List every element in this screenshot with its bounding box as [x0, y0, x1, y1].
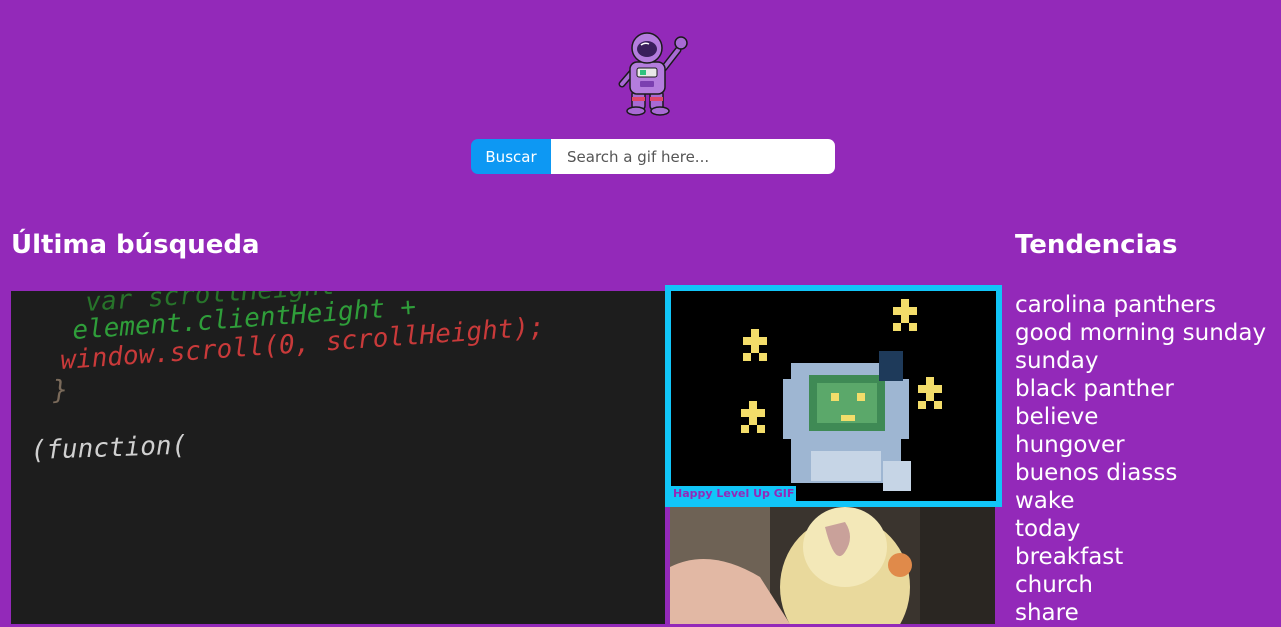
trending-title: Tendencias	[1015, 230, 1178, 260]
trending-item[interactable]: church	[1015, 571, 1266, 599]
trending-item[interactable]: today	[1015, 515, 1266, 543]
code-line: (function(	[30, 431, 187, 466]
trending-item[interactable]: carolina panthers	[1015, 291, 1266, 319]
svg-text:}: }	[50, 375, 69, 406]
pixel-robot-image	[671, 291, 996, 501]
astronaut-logo-icon	[618, 32, 688, 116]
trending-item[interactable]: hungover	[1015, 431, 1266, 459]
trending-item[interactable]: share	[1015, 599, 1266, 627]
trending-item[interactable]: sunday	[1015, 347, 1266, 375]
search-bar: Buscar	[471, 139, 835, 174]
trending-item[interactable]: black panther	[1015, 375, 1266, 403]
trending-item[interactable]: believe	[1015, 403, 1266, 431]
gif-caption: Happy Level Up GIF	[671, 486, 797, 501]
code-gif-image: var scrollHeight = .. + 0.02 * w element…	[11, 291, 665, 624]
trending-list: carolina panthers good morning sunday su…	[1015, 291, 1266, 627]
code-line: }	[50, 375, 69, 406]
gif-happy-level-up[interactable]: Happy Level Up GIF	[665, 285, 1002, 507]
gif-bird[interactable]	[670, 507, 995, 624]
last-search-title: Última búsqueda	[11, 230, 260, 260]
svg-text:(function(: (function(	[30, 431, 187, 466]
gif-code[interactable]: var scrollHeight = .. + 0.02 * w element…	[11, 291, 665, 624]
trending-item[interactable]: breakfast	[1015, 543, 1266, 571]
search-input[interactable]	[551, 139, 835, 174]
trending-item[interactable]: buenos diasss	[1015, 459, 1266, 487]
trending-item[interactable]: good morning sunday	[1015, 319, 1266, 347]
search-button[interactable]: Buscar	[471, 139, 551, 174]
trending-item[interactable]: wake	[1015, 487, 1266, 515]
bird-gif-image	[670, 507, 995, 624]
